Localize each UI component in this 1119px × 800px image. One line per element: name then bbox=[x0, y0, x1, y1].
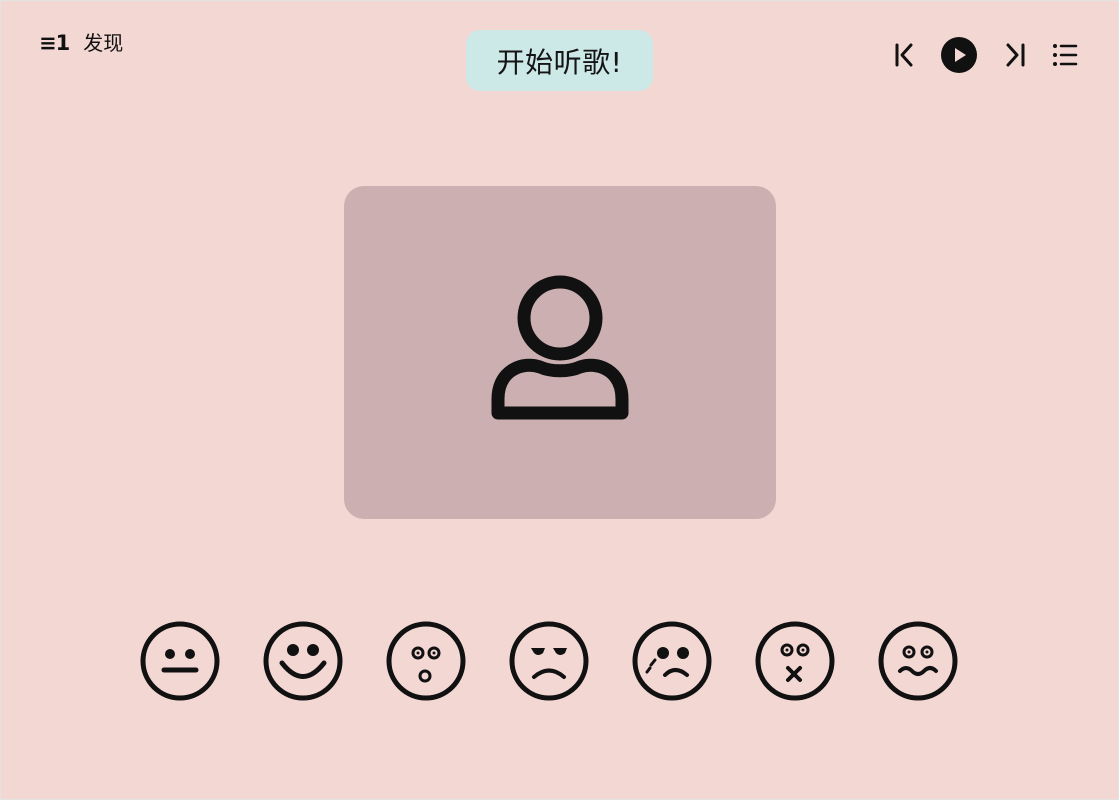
smile-face-icon bbox=[263, 621, 343, 701]
wavy-face-icon bbox=[878, 621, 958, 701]
annoyed-face-icon bbox=[509, 621, 589, 701]
dizzy-face-icon bbox=[755, 621, 835, 701]
mood-neutral[interactable] bbox=[139, 620, 221, 702]
mood-nervous[interactable] bbox=[877, 620, 959, 702]
mood-selector bbox=[139, 620, 959, 702]
page-title: 开始听歌! bbox=[496, 45, 623, 79]
app-window: ≡1 发现 开始听歌! bbox=[0, 0, 1119, 800]
mood-surprised[interactable] bbox=[385, 620, 467, 702]
mood-annoyed[interactable] bbox=[508, 620, 590, 702]
title-pill: 开始听歌! bbox=[466, 30, 653, 91]
next-button[interactable] bbox=[1000, 35, 1030, 75]
menu-icon: ≡1 bbox=[39, 31, 70, 55]
play-button[interactable] bbox=[939, 35, 979, 75]
mood-happy[interactable] bbox=[262, 620, 344, 702]
surprised-face-icon bbox=[386, 621, 466, 701]
previous-button[interactable] bbox=[890, 35, 920, 75]
playlist-icon bbox=[1053, 44, 1078, 66]
player-controls bbox=[890, 35, 1080, 75]
mood-dizzy[interactable] bbox=[754, 620, 836, 702]
discover-nav[interactable]: ≡1 发现 bbox=[39, 31, 123, 55]
previous-icon bbox=[895, 43, 913, 67]
discover-label: 发现 bbox=[83, 31, 124, 55]
neutral-face-icon bbox=[140, 621, 220, 701]
crying-face-icon bbox=[632, 621, 712, 701]
playlist-button[interactable] bbox=[1050, 35, 1080, 75]
album-art[interactable] bbox=[344, 186, 776, 519]
play-icon bbox=[941, 37, 977, 73]
user-icon bbox=[491, 275, 629, 419]
next-icon bbox=[1006, 43, 1025, 67]
mood-sad[interactable] bbox=[631, 620, 713, 702]
